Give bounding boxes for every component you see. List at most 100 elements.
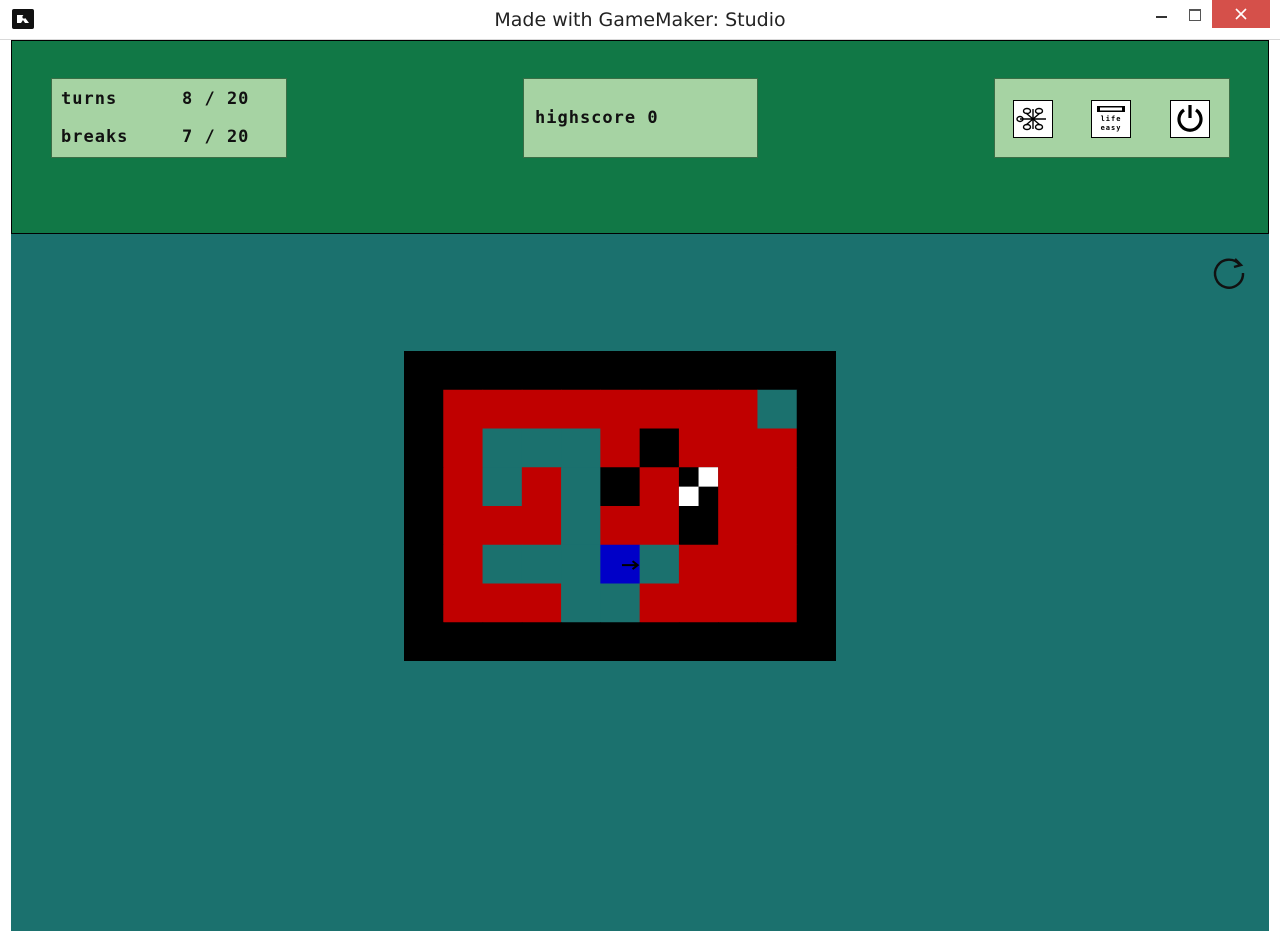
board-cell-lava[interactable]: [718, 428, 759, 468]
board-cell-lava[interactable]: [639, 389, 680, 430]
window-titlebar[interactable]: Made with GameMaker: Studio: [0, 0, 1280, 40]
life-text: life: [1101, 115, 1122, 123]
board-cell-lava[interactable]: [443, 389, 484, 430]
board-cell-lava[interactable]: [718, 583, 759, 623]
board-cell-lava[interactable]: [757, 583, 798, 623]
board-cell-lava[interactable]: [482, 506, 523, 546]
board-cell-floor[interactable]: [521, 428, 562, 468]
board-cell-lava[interactable]: [561, 389, 601, 430]
board-cell-wall[interactable]: [718, 351, 759, 391]
board-cell-lava[interactable]: [521, 583, 562, 623]
board-cell-wall[interactable]: [404, 506, 444, 546]
board-cell-lava[interactable]: [443, 583, 484, 623]
board-cell-wall[interactable]: [561, 351, 601, 391]
board-cell-wall[interactable]: [561, 622, 601, 661]
board-cell-lava[interactable]: [521, 506, 562, 546]
board-cell-lava[interactable]: [757, 506, 798, 546]
board-cell-wall[interactable]: [678, 622, 719, 661]
life-easy-button[interactable]: life easy: [1091, 100, 1131, 138]
board-cell-lava[interactable]: [718, 506, 759, 546]
board-cell-floor[interactable]: [482, 428, 523, 468]
board-cell-wall[interactable]: [796, 506, 836, 546]
board-cell-wall[interactable]: [404, 428, 444, 468]
board-cell-wall[interactable]: [443, 622, 484, 661]
board-cell-floor[interactable]: [757, 389, 798, 430]
board-cell-wall[interactable]: [404, 467, 444, 507]
board-cell-floor[interactable]: [561, 544, 601, 585]
board-cell-floor[interactable]: [482, 544, 523, 585]
board-cell-lava[interactable]: [757, 467, 798, 507]
board-cell-black-block[interactable]: [678, 506, 719, 546]
board-cell-wall[interactable]: [600, 351, 641, 391]
board-cell-lava[interactable]: [639, 467, 680, 507]
board-cell-wall[interactable]: [796, 428, 836, 468]
board-cell-floor[interactable]: [561, 506, 601, 546]
board-cell-floor[interactable]: [521, 544, 562, 585]
turns-label: turns: [61, 89, 118, 109]
board-cell-floor[interactable]: [561, 583, 601, 623]
board-cell-wall[interactable]: [796, 389, 836, 430]
board-cell-wall[interactable]: [443, 351, 484, 391]
power-button[interactable]: [1170, 100, 1210, 138]
board-cell-lava[interactable]: [600, 389, 641, 430]
board-grid[interactable]: [404, 351, 836, 661]
board-cell-floor[interactable]: [561, 428, 601, 468]
checker-white-square: [678, 486, 699, 507]
board-cell-lava[interactable]: [718, 467, 759, 507]
board-cell-lava[interactable]: [521, 389, 562, 430]
board-cell-lava[interactable]: [639, 583, 680, 623]
board-cell-wall[interactable]: [404, 351, 444, 391]
board-cell-wall[interactable]: [796, 622, 836, 661]
board-cell-lava[interactable]: [678, 544, 719, 585]
board-cell-black-block[interactable]: [600, 467, 641, 507]
board-cell-wall[interactable]: [600, 622, 641, 661]
board-cell-lava[interactable]: [521, 467, 562, 507]
game-board[interactable]: [404, 351, 836, 661]
board-cell-lava[interactable]: [482, 583, 523, 623]
board-cell-lava[interactable]: [443, 544, 484, 585]
close-button[interactable]: [1212, 0, 1270, 28]
board-cell-lava[interactable]: [443, 506, 484, 546]
board-cell-wall[interactable]: [757, 622, 798, 661]
board-cell-wall[interactable]: [404, 583, 444, 623]
board-cell-wall[interactable]: [404, 389, 444, 430]
board-cell-lava[interactable]: [443, 428, 484, 468]
board-cell-wall[interactable]: [757, 351, 798, 391]
board-cell-lava[interactable]: [678, 389, 719, 430]
board-cell-wall[interactable]: [404, 544, 444, 585]
game-canvas[interactable]: turns 8 / 20 breaks 7 / 20 highscore 0 l…: [11, 40, 1269, 931]
maximize-button[interactable]: [1176, 0, 1212, 28]
board-cell-floor[interactable]: [639, 544, 680, 585]
board-cell-lava[interactable]: [600, 506, 641, 546]
board-cell-lava[interactable]: [639, 506, 680, 546]
network-button[interactable]: [1013, 100, 1053, 138]
board-cell-wall[interactable]: [678, 351, 719, 391]
board-cell-wall[interactable]: [796, 544, 836, 585]
board-cell-lava[interactable]: [718, 544, 759, 585]
board-cell-wall[interactable]: [796, 351, 836, 391]
board-cell-wall[interactable]: [796, 467, 836, 507]
board-cell-lava[interactable]: [678, 583, 719, 623]
board-cell-lava[interactable]: [718, 389, 759, 430]
board-cell-black-block[interactable]: [639, 428, 680, 468]
restart-button[interactable]: [1209, 253, 1249, 293]
board-cell-wall[interactable]: [639, 622, 680, 661]
highscore-panel: highscore 0: [523, 78, 758, 158]
board-cell-floor[interactable]: [561, 467, 601, 507]
board-cell-lava[interactable]: [757, 428, 798, 468]
board-cell-floor[interactable]: [600, 583, 641, 623]
board-cell-lava[interactable]: [443, 467, 484, 507]
board-cell-wall[interactable]: [404, 622, 444, 661]
board-cell-wall[interactable]: [521, 351, 562, 391]
board-cell-lava[interactable]: [482, 389, 523, 430]
board-cell-wall[interactable]: [482, 351, 523, 391]
board-cell-lava[interactable]: [678, 428, 719, 468]
board-cell-wall[interactable]: [718, 622, 759, 661]
board-cell-wall[interactable]: [521, 622, 562, 661]
board-cell-wall[interactable]: [639, 351, 680, 391]
board-cell-floor[interactable]: [482, 467, 523, 507]
board-cell-wall[interactable]: [482, 622, 523, 661]
board-cell-lava[interactable]: [757, 544, 798, 585]
board-cell-lava[interactable]: [600, 428, 641, 468]
board-cell-wall[interactable]: [796, 583, 836, 623]
